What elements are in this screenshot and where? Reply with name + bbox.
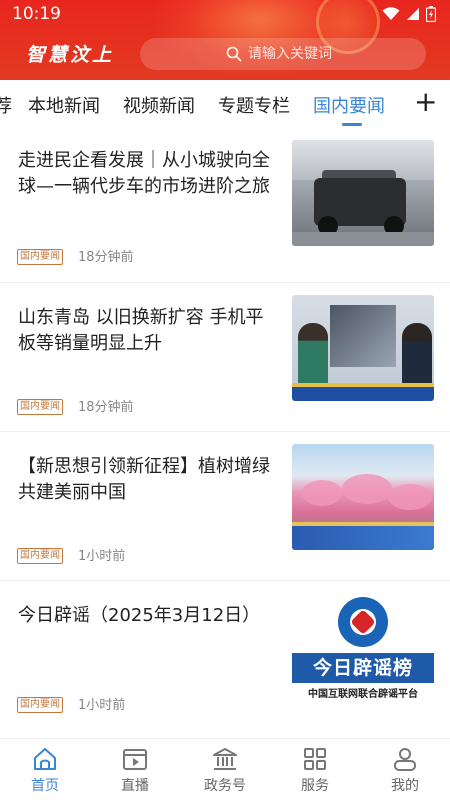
- news-item[interactable]: 【新思想引领新征程】植树增绿共建美丽中国 国内要闻 1小时前: [0, 432, 450, 580]
- nav-home[interactable]: 首页: [10, 745, 80, 795]
- tab-domestic-news[interactable]: 国内要闻: [313, 92, 385, 118]
- services-grid-icon: [304, 748, 326, 770]
- news-thumbnail[interactable]: 今日辟谣榜 中国互联网联合辟谣平台: [292, 595, 434, 701]
- tab-special-topics[interactable]: 专题专栏: [218, 92, 290, 118]
- news-title[interactable]: 【新思想引领新征程】植树增绿共建美丽中国: [18, 454, 274, 506]
- tab-video-news[interactable]: 视频新闻: [123, 92, 195, 118]
- status-time: 10:19: [12, 4, 61, 24]
- search-icon: [226, 46, 242, 62]
- thumbnail-banner: 今日辟谣榜: [292, 653, 434, 683]
- wifi-icon: [382, 7, 400, 20]
- bottom-navigation: 首页 直播 政务号 服务 我的: [0, 738, 450, 800]
- news-thumbnail[interactable]: [292, 295, 434, 401]
- thumbnail-subtitle: 中国互联网联合辟谣平台: [308, 689, 418, 700]
- nav-profile[interactable]: 我的: [370, 745, 440, 795]
- category-tag: 国内要闻: [17, 697, 63, 713]
- status-bar: 10:19: [0, 0, 450, 30]
- status-icons: [382, 6, 436, 22]
- category-tag: 国内要闻: [17, 548, 63, 564]
- profile-icon: [394, 748, 416, 771]
- publish-time: 18分钟前: [78, 400, 134, 415]
- search-bar[interactable]: [140, 38, 426, 70]
- publish-time: 1小时前: [78, 698, 126, 713]
- category-tabs: 荐 本地新闻 视频新闻 专题专栏 国内要闻 +: [0, 80, 450, 126]
- category-tag: 国内要闻: [17, 399, 63, 415]
- tab-recommend[interactable]: 荐: [0, 92, 12, 118]
- news-thumbnail[interactable]: [292, 140, 434, 246]
- battery-icon: [426, 6, 436, 22]
- nav-label: 政务号: [204, 778, 246, 794]
- news-item[interactable]: 今日辟谣（2025年3月12日） 国内要闻 1小时前 今日辟谣榜 中国互联网联合…: [0, 581, 450, 729]
- nav-services[interactable]: 服务: [280, 745, 350, 795]
- app-header: 10:19 智慧汶上: [0, 0, 450, 80]
- category-tag: 国内要闻: [17, 249, 63, 265]
- nav-label: 我的: [391, 778, 419, 794]
- news-item[interactable]: 山东青岛 以旧换新扩容 手机平板等销量明显上升 国内要闻 18分钟前: [0, 283, 450, 431]
- nav-live[interactable]: 直播: [100, 745, 170, 795]
- signal-icon: [407, 8, 419, 20]
- government-icon: [213, 748, 237, 770]
- news-title[interactable]: 山东青岛 以旧换新扩容 手机平板等销量明显上升: [18, 305, 274, 357]
- news-item[interactable]: 走进民企看发展｜从小城驶向全球—一辆代步车的市场进阶之旅 国内要闻 18分钟前: [0, 126, 450, 274]
- app-brand-logo: 智慧汶上: [26, 44, 115, 66]
- search-input[interactable]: [248, 46, 418, 62]
- add-tab-button[interactable]: +: [414, 88, 437, 116]
- news-title[interactable]: 走进民企看发展｜从小城驶向全球—一辆代步车的市场进阶之旅: [18, 148, 274, 200]
- live-icon: [123, 749, 147, 770]
- nav-government[interactable]: 政务号: [190, 745, 260, 795]
- news-title[interactable]: 今日辟谣（2025年3月12日）: [18, 603, 274, 629]
- publish-time: 18分钟前: [78, 250, 134, 265]
- nav-label: 服务: [301, 778, 329, 794]
- nav-label: 直播: [121, 778, 149, 794]
- publish-time: 1小时前: [78, 549, 126, 564]
- tab-local-news[interactable]: 本地新闻: [28, 92, 100, 118]
- home-icon: [34, 748, 56, 770]
- nav-label: 首页: [31, 778, 59, 794]
- news-thumbnail[interactable]: [292, 444, 434, 550]
